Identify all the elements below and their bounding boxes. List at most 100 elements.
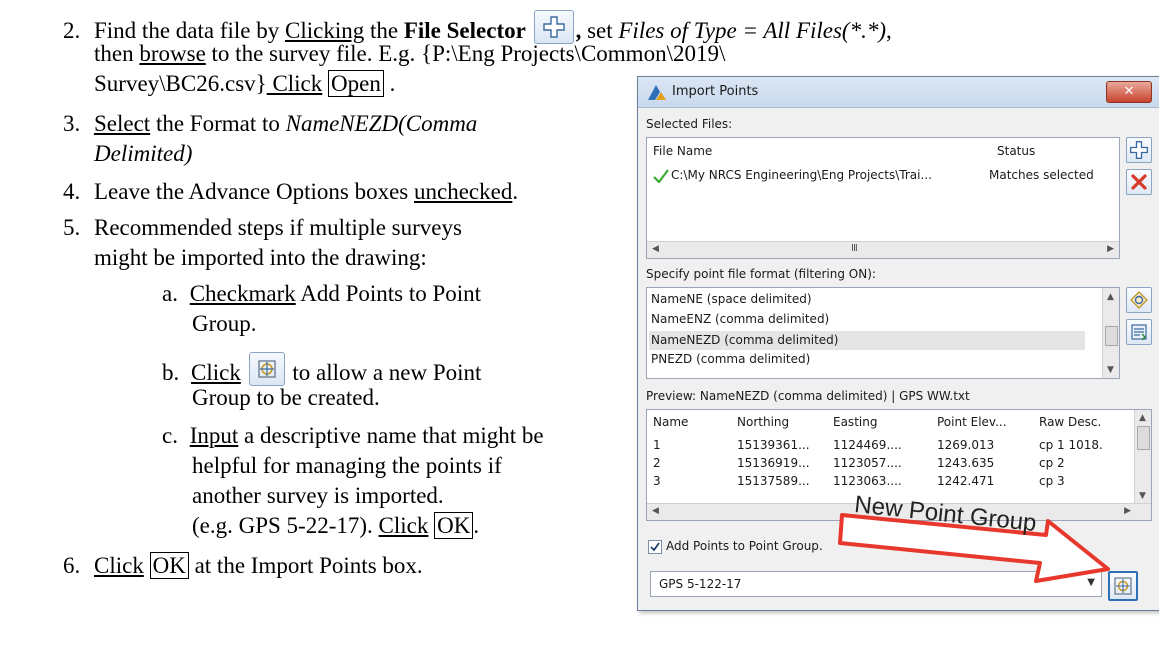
cell-name: 2 — [653, 456, 661, 470]
preview-label: Preview: NameNEZD (comma delimited) | GP… — [646, 389, 970, 403]
preview-col-elevation[interactable]: Point Elev... — [937, 415, 1007, 429]
column-header-file-name[interactable]: File Name — [653, 144, 712, 158]
table-row: 1 15139361... 1124469.... 1269.013 cp 1 … — [647, 438, 1135, 456]
preview-col-name[interactable]: Name — [653, 415, 688, 429]
column-header-status[interactable]: Status — [997, 144, 1035, 158]
dialog-title: Import Points — [672, 84, 759, 99]
new-point-group-icon — [248, 352, 285, 386]
remove-file-button[interactable] — [1126, 169, 1152, 195]
step-text: , — [886, 18, 892, 43]
step-text-underlined: Click — [94, 553, 144, 578]
cell-name: 1 — [653, 438, 661, 452]
file-list-horizontal-scrollbar[interactable]: ◀ III ▶ — [647, 241, 1119, 258]
scroll-thumb[interactable] — [1105, 326, 1118, 346]
step-text: Recommended steps if multiple surveys — [94, 215, 462, 240]
manage-formats-button[interactable] — [1126, 287, 1152, 313]
import-points-dialog: Import Points ✕ Selected Files: File Nam… — [637, 76, 1159, 611]
cell-easting: 1124469.... — [833, 438, 902, 452]
format-option[interactable]: NameENZ (comma delimited) — [651, 312, 829, 326]
file-path-text: Survey\BC26.csv} — [94, 71, 267, 96]
preview-col-easting[interactable]: Easting — [833, 415, 877, 429]
step-text: then — [94, 41, 140, 66]
step-text: at the Import Points box. — [188, 553, 423, 578]
cell-easting: 1123057.... — [833, 456, 902, 470]
add-to-point-group-checkbox[interactable] — [648, 540, 662, 554]
scroll-left-icon[interactable]: ◀ — [652, 244, 659, 254]
scroll-up-icon[interactable]: ▲ — [1107, 292, 1114, 302]
step-text: Leave the Advance Options boxes — [94, 179, 414, 204]
point-group-value: GPS 5-122-17 — [659, 577, 742, 591]
step-text: Add Points to Point — [295, 281, 482, 306]
checkmark-icon — [653, 169, 669, 183]
file-selector-icon — [533, 10, 574, 44]
step-text-underlined: Click — [378, 513, 429, 538]
add-file-button[interactable] — [1126, 137, 1152, 163]
format-list-vertical-scrollbar[interactable]: ▲ ▼ — [1102, 288, 1119, 378]
step-5b-line-1: b. Click to allow a new Point — [162, 352, 481, 387]
step-6-line-1: 6. Click OK at the Import Points box. — [63, 552, 423, 580]
format-option[interactable]: NameNE (space delimited) — [651, 292, 812, 306]
step-text: the Format to — [150, 111, 286, 136]
cell-elevation: 1269.013 — [937, 438, 995, 452]
step-text-underlined: Click — [266, 71, 323, 96]
preview-col-northing[interactable]: Northing — [737, 415, 789, 429]
save-format-button[interactable] — [1126, 319, 1152, 345]
scroll-down-icon[interactable]: ▼ — [1107, 365, 1114, 375]
step-5c-line-3: another survey is imported. — [192, 483, 444, 508]
step-2-line-3: Survey\BC26.csv} Click Open . — [94, 70, 396, 97]
scroll-up-icon[interactable]: ▲ — [1139, 413, 1146, 423]
step-text: to allow a new Point — [286, 360, 482, 385]
step-5-line-1: 5. Recommended steps if multiple surveys — [63, 214, 462, 242]
step-number: 5. — [63, 215, 81, 240]
cell-northing: 15139361... — [737, 438, 810, 452]
new-point-group-icon — [1114, 577, 1132, 595]
scroll-down-icon[interactable]: ▼ — [1139, 491, 1146, 501]
open-button-reference: Open — [328, 70, 384, 97]
scroll-right-icon[interactable]: ▶ — [1124, 506, 1131, 516]
format-settings-icon — [1130, 291, 1148, 309]
format-option-selected[interactable]: NameNEZD (comma delimited) — [649, 331, 1085, 350]
point-file-format-list[interactable]: NameNE (space delimited) NameENZ (comma … — [646, 287, 1120, 379]
file-row-status: Matches selected — [989, 168, 1094, 182]
step-number: 3. — [63, 111, 81, 136]
preview-vertical-scrollbar[interactable]: ▲ ▼ — [1134, 410, 1151, 504]
ok-button-reference: OK — [434, 512, 474, 539]
step-4-line-1: 4. Leave the Advance Options boxes unche… — [63, 179, 519, 204]
step-3-line-2: Delimited) — [94, 141, 193, 166]
substep-letter: b. — [162, 360, 180, 385]
format-list-icon — [1131, 324, 1147, 341]
cell-northing: 15137589... — [737, 474, 810, 488]
step-5c-line-4: (e.g. GPS 5-22-17). Click OK. — [192, 512, 480, 539]
selected-files-list[interactable]: File Name Status C:\My NRCS Engineering\… — [646, 137, 1120, 259]
selected-files-label: Selected Files: — [646, 117, 733, 131]
cell-northing: 15136919... — [737, 456, 810, 470]
step-text: a descriptive name that might be — [238, 423, 544, 448]
step-text-underlined: Checkmark — [189, 281, 296, 306]
close-button[interactable]: ✕ — [1106, 81, 1152, 103]
step-text-underlined: Select — [94, 111, 151, 136]
scroll-right-icon[interactable]: ▶ — [1107, 244, 1114, 254]
format-label: Specify point file format (filtering ON)… — [646, 267, 876, 281]
step-5b-line-2: Group to be created. — [192, 385, 380, 410]
format-name-text: NameNEZD(Comma — [285, 111, 478, 136]
preview-col-raw-desc[interactable]: Raw Desc. — [1039, 415, 1101, 429]
plus-icon — [1130, 141, 1148, 159]
scroll-thumb[interactable] — [1137, 426, 1150, 450]
file-row[interactable]: C:\My NRCS Engineering\Eng Projects\Trai… — [651, 166, 1115, 186]
step-5a-line-2: Group. — [192, 311, 257, 336]
step-text-underlined: Input — [189, 423, 239, 448]
preview-header-row: Name Northing Easting Point Elev... Raw … — [647, 410, 1135, 432]
substep-letter: c. — [162, 423, 178, 448]
step-text: (e.g. GPS 5-22-17). — [192, 513, 379, 538]
scroll-left-icon[interactable]: ◀ — [652, 506, 659, 516]
substep-letter: a. — [162, 281, 178, 306]
red-x-icon — [1131, 174, 1147, 190]
file-path-text: to the survey file. E.g. {P:\Eng Project… — [205, 41, 726, 66]
step-text-underlined: Click — [191, 360, 241, 385]
format-option[interactable]: PNEZD (comma delimited) — [651, 352, 810, 366]
cell-name: 3 — [653, 474, 661, 488]
step-5-line-2: might be imported into the drawing: — [94, 245, 427, 270]
step-3-line-1: 3. Select the Format to NameNEZD(Comma — [63, 110, 477, 138]
dialog-titlebar: Import Points ✕ — [638, 77, 1159, 108]
step-number: 6. — [63, 553, 81, 578]
